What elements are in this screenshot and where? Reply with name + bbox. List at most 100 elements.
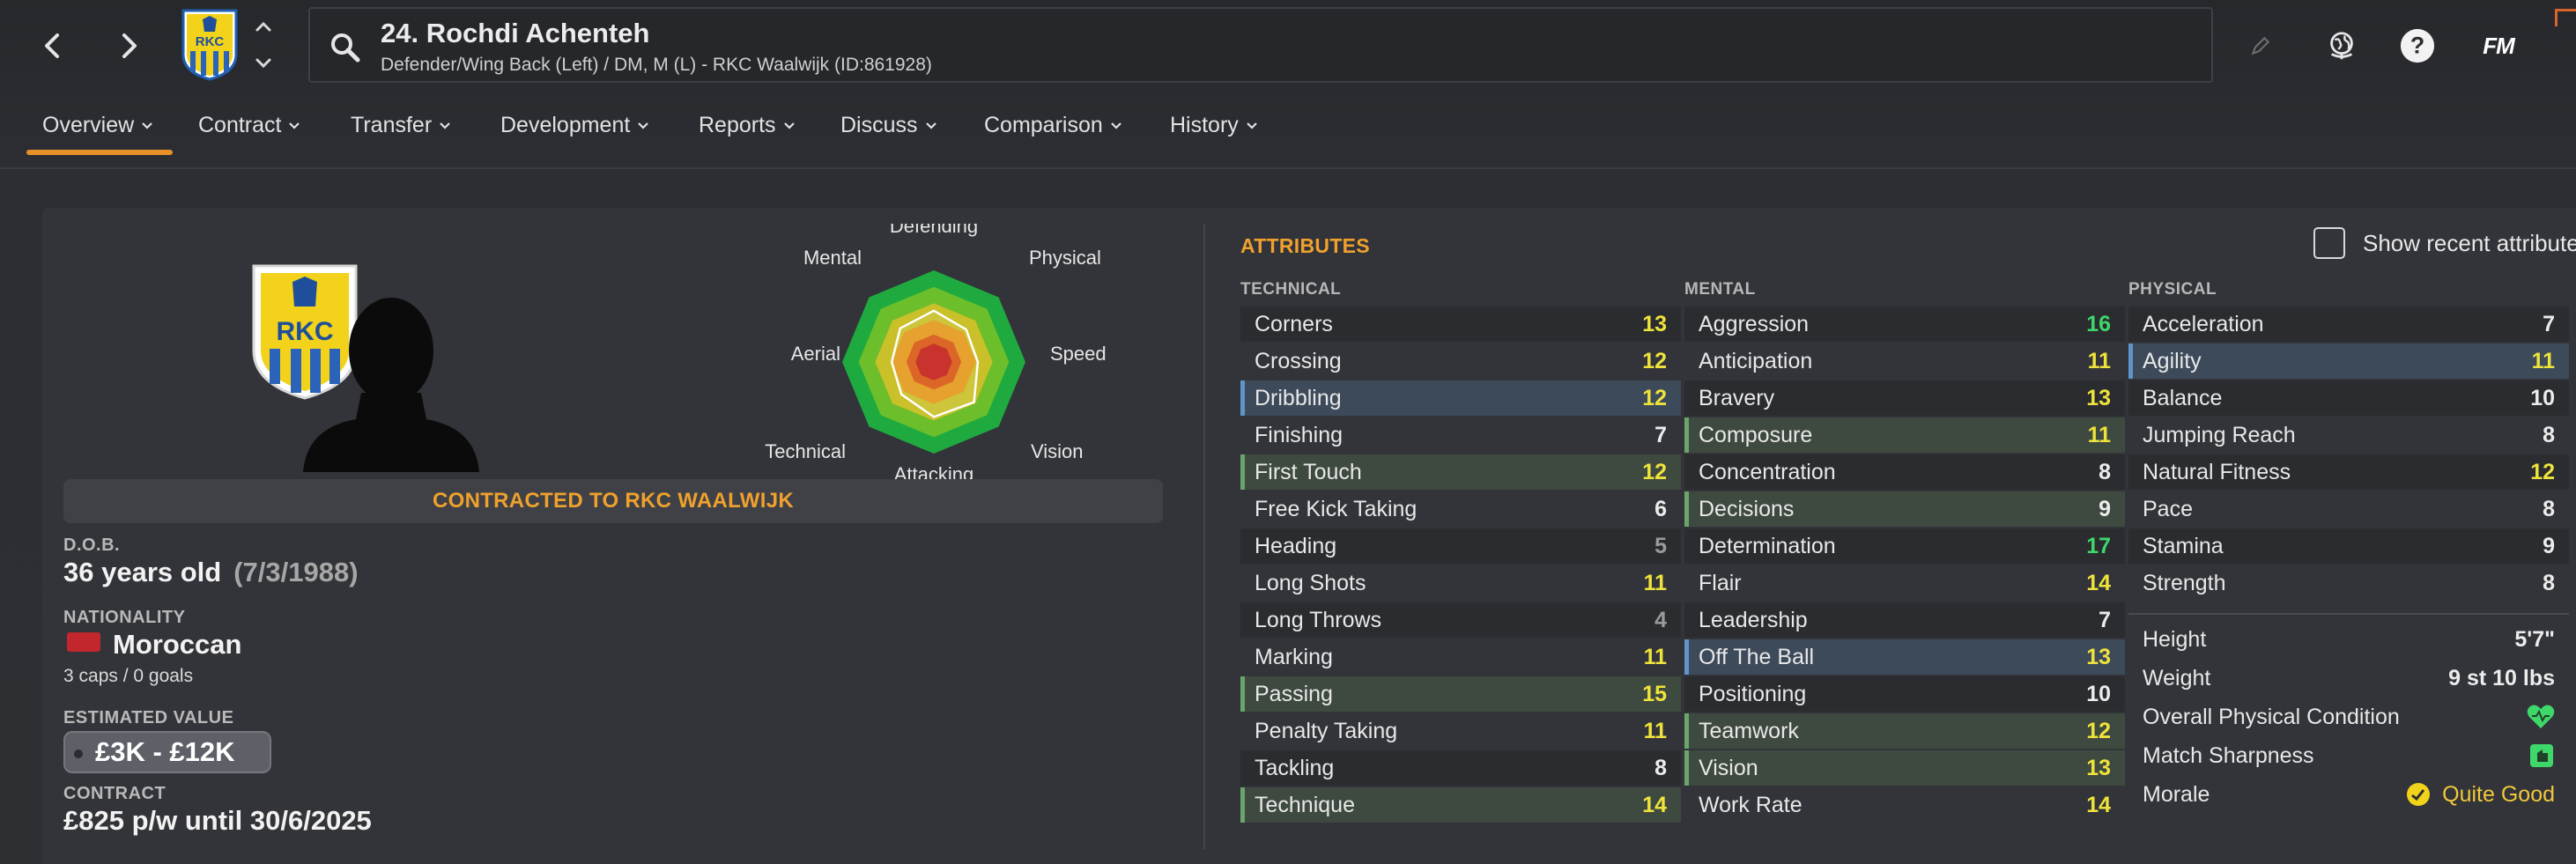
attribute-row-concentration[interactable]: Concentration 8 bbox=[1684, 454, 2125, 490]
attribute-row-bravery[interactable]: Bravery 13 bbox=[1684, 380, 2125, 416]
attribute-row-technique[interactable]: Technique 14 bbox=[1240, 787, 1681, 823]
tab-history[interactable]: History bbox=[1170, 113, 1258, 138]
attribute-row-marking[interactable]: Marking 11 bbox=[1240, 639, 1681, 675]
attribute-value: 12 bbox=[1642, 459, 1667, 484]
attribute-row-first-touch[interactable]: First Touch 12 bbox=[1240, 454, 1681, 490]
fm-logo[interactable]: FM bbox=[2474, 26, 2523, 65]
attribute-name: Jumping Reach bbox=[2143, 422, 2296, 447]
physical-info-overall-physical-condition[interactable]: Overall Physical Condition bbox=[2128, 699, 2569, 735]
attribute-row-agility[interactable]: Agility 11 bbox=[2128, 343, 2569, 379]
physical-info-height[interactable]: Height 5'7" bbox=[2128, 622, 2569, 657]
attribute-row-strength[interactable]: Strength 8 bbox=[2128, 565, 2569, 601]
player-search-box[interactable]: 24. Rochdi Achenteh Defender/Wing Back (… bbox=[308, 7, 2213, 83]
chevron-up-icon[interactable] bbox=[254, 19, 273, 33]
attribute-name: Strength bbox=[2143, 570, 2226, 595]
tab-contract[interactable]: Contract bbox=[198, 113, 300, 138]
back-arrow-icon bbox=[45, 33, 59, 58]
attribute-row-positioning[interactable]: Positioning 10 bbox=[1684, 676, 2125, 712]
attribute-value: 12 bbox=[1642, 385, 1667, 410]
tab-comparison[interactable]: Comparison bbox=[984, 113, 1122, 138]
nationality-row[interactable]: Moroccan bbox=[63, 629, 241, 661]
attribute-row-off-the-ball[interactable]: Off The Ball 13 bbox=[1684, 639, 2125, 675]
forward-button[interactable] bbox=[102, 19, 155, 72]
attribute-row-tackling[interactable]: Tackling 8 bbox=[1240, 750, 1681, 786]
attribute-row-determination[interactable]: Determination 17 bbox=[1684, 528, 2125, 564]
attribute-row-passing[interactable]: Passing 15 bbox=[1240, 676, 1681, 712]
show-recent-checkbox[interactable] bbox=[2313, 227, 2345, 259]
attribute-row-natural-fitness[interactable]: Natural Fitness 12 bbox=[2128, 454, 2569, 490]
svg-text:?: ? bbox=[2410, 33, 2424, 59]
tab-transfer[interactable]: Transfer bbox=[351, 113, 451, 138]
club-badge-icon[interactable]: RKC bbox=[180, 7, 240, 81]
physical-info-weight[interactable]: Weight 9 st 10 lbs bbox=[2128, 661, 2569, 696]
physical-info-match-sharpness[interactable]: Match Sharpness bbox=[2128, 738, 2569, 773]
scouting-button[interactable] bbox=[2322, 26, 2361, 65]
player-switcher[interactable] bbox=[250, 19, 277, 70]
attribute-name: Aggression bbox=[1699, 311, 1810, 336]
tab-discuss[interactable]: Discuss bbox=[840, 113, 937, 138]
attribute-row-vision[interactable]: Vision 13 bbox=[1684, 750, 2125, 786]
attribute-value: 11 bbox=[2087, 422, 2111, 447]
attribute-row-dribbling[interactable]: Dribbling 12 bbox=[1240, 380, 1681, 416]
attribute-name: Marking bbox=[1255, 644, 1333, 669]
chevron-down-icon bbox=[1111, 122, 1121, 129]
attribute-name: Stamina bbox=[2143, 533, 2224, 558]
attribute-row-aggression[interactable]: Aggression 16 bbox=[1684, 306, 2125, 342]
attribute-row-long-shots[interactable]: Long Shots 11 bbox=[1240, 565, 1681, 601]
attribute-row-stamina[interactable]: Stamina 9 bbox=[2128, 528, 2569, 564]
help-icon: ? bbox=[2400, 28, 2435, 63]
attribute-name: Anticipation bbox=[1699, 348, 1813, 373]
radar-label-speed: Speed bbox=[1050, 343, 1107, 365]
technical-header: TECHNICAL bbox=[1240, 280, 1342, 299]
attribute-row-penalty-taking[interactable]: Penalty Taking 11 bbox=[1240, 713, 1681, 749]
chevron-down-icon[interactable] bbox=[254, 56, 273, 70]
contract-value[interactable]: £825 p/w until 30/6/2025 bbox=[63, 805, 372, 837]
attribute-name: Heading bbox=[1255, 533, 1337, 558]
attribute-value: 7 bbox=[2099, 607, 2111, 632]
attribute-row-teamwork[interactable]: Teamwork 12 bbox=[1684, 713, 2125, 749]
attribute-row-free-kick-taking[interactable]: Free Kick Taking 6 bbox=[1240, 491, 1681, 527]
attribute-name: Corners bbox=[1255, 311, 1333, 336]
international-caps: 3 caps / 0 goals bbox=[63, 666, 194, 686]
attribute-value: 16 bbox=[2086, 311, 2111, 336]
morale-value: Quite Good bbox=[2442, 781, 2555, 807]
edit-button[interactable] bbox=[2241, 26, 2280, 65]
attribute-row-flair[interactable]: Flair 14 bbox=[1684, 565, 2125, 601]
chevron-down-icon bbox=[440, 122, 450, 129]
tab-development[interactable]: Development bbox=[500, 113, 649, 138]
physical-info-morale[interactable]: Morale Quite Good bbox=[2128, 777, 2569, 812]
attribute-row-decisions[interactable]: Decisions 9 bbox=[1684, 491, 2125, 527]
attribute-row-acceleration[interactable]: Acceleration 7 bbox=[2128, 306, 2569, 342]
attribute-row-pace[interactable]: Pace 8 bbox=[2128, 491, 2569, 527]
tab-reports[interactable]: Reports bbox=[699, 113, 796, 138]
attribute-row-long-throws[interactable]: Long Throws 4 bbox=[1240, 602, 1681, 638]
attribute-row-work-rate[interactable]: Work Rate 14 bbox=[1684, 787, 2125, 823]
tab-overview[interactable]: Overview bbox=[42, 113, 153, 138]
attribute-value: 13 bbox=[2086, 644, 2111, 669]
attribute-name: Passing bbox=[1255, 681, 1333, 706]
attribute-value: 17 bbox=[2086, 533, 2111, 558]
attribute-name: Composure bbox=[1699, 422, 1813, 447]
attribute-name: Crossing bbox=[1255, 348, 1342, 373]
contract-status-banner: CONTRACTED TO RKC WAALWIJK bbox=[63, 479, 1163, 523]
chevron-down-icon bbox=[289, 122, 300, 129]
attribute-row-balance[interactable]: Balance 10 bbox=[2128, 380, 2569, 416]
attribute-row-composure[interactable]: Composure 11 bbox=[1684, 417, 2125, 453]
estimated-value-tag[interactable]: £3K - £12K bbox=[63, 731, 271, 773]
attribute-row-jumping-reach[interactable]: Jumping Reach 8 bbox=[2128, 417, 2569, 453]
show-recent-attributes-toggle[interactable]: Show recent attributes bbox=[2313, 227, 2576, 259]
attribute-row-heading[interactable]: Heading 5 bbox=[1240, 528, 1681, 564]
attribute-row-crossing[interactable]: Crossing 12 bbox=[1240, 343, 1681, 379]
back-button[interactable] bbox=[26, 19, 79, 72]
attribute-row-leadership[interactable]: Leadership 7 bbox=[1684, 602, 2125, 638]
attribute-value: 8 bbox=[2099, 459, 2111, 484]
contract-label: CONTRACT bbox=[63, 784, 167, 803]
physical-info-label: Overall Physical Condition bbox=[2143, 704, 2400, 729]
help-button[interactable]: ? bbox=[2398, 26, 2437, 65]
attribute-row-corners[interactable]: Corners 13 bbox=[1240, 306, 1681, 342]
attribute-row-finishing[interactable]: Finishing 7 bbox=[1240, 417, 1681, 453]
attribute-name: Decisions bbox=[1699, 496, 1795, 521]
attribute-row-anticipation[interactable]: Anticipation 11 bbox=[1684, 343, 2125, 379]
attribute-value: 10 bbox=[2086, 681, 2111, 706]
search-icon[interactable] bbox=[328, 30, 363, 65]
